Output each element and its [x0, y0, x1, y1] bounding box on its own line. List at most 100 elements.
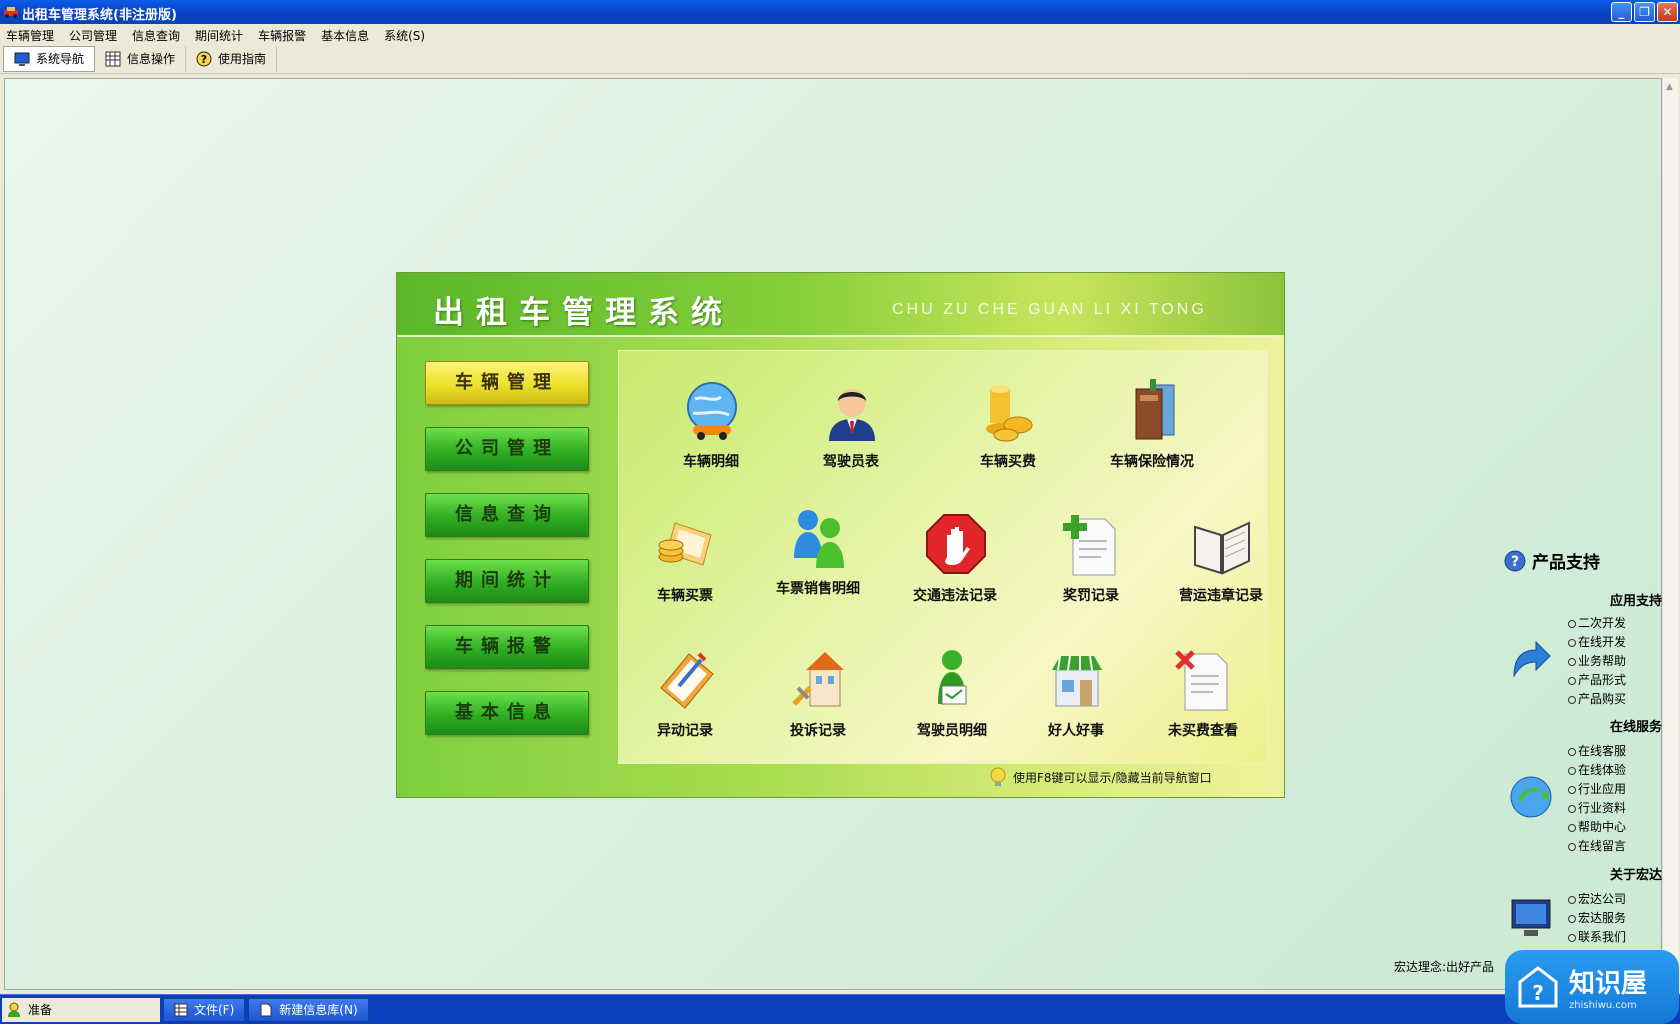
open-notebook-icon [1194, 521, 1250, 575]
link-contact[interactable]: 联系我们 [1568, 928, 1626, 945]
books-icon [1135, 379, 1175, 440]
item-ticket-sales[interactable]: 车票销售明细 [753, 506, 883, 616]
task-file[interactable]: 文件(F) [163, 997, 246, 1022]
side-button-vehicle[interactable]: 车辆管理 [425, 361, 589, 405]
info-operation-button[interactable]: 信息操作 [95, 45, 187, 72]
scroll-up-icon[interactable]: ▲ [1666, 82, 1673, 92]
link-business-help[interactable]: 业务帮助 [1568, 652, 1626, 669]
file-grid-icon [174, 1003, 188, 1016]
section-app-support: 应用支持 [1609, 594, 1662, 609]
link-industry-app[interactable]: 行业应用 [1568, 780, 1626, 797]
side-button-company[interactable]: 公司管理 [425, 427, 589, 471]
toolbar: 系统导航 信息操作 ? 使用指南 [0, 44, 1680, 74]
link-product-form[interactable]: 产品形式 [1568, 671, 1626, 688]
link-secondary-dev[interactable]: 二次开发 [1568, 614, 1626, 631]
item-vehicle-insurance[interactable]: 车辆保险情况 [1087, 379, 1217, 489]
link-product-purchase[interactable]: 产品购买 [1568, 690, 1626, 707]
panel-header: 出租车管理系统 CHU ZU CHE GUAN LI XI TONG [397, 273, 1284, 337]
menu-statistics[interactable]: 期间统计 [189, 24, 252, 44]
menu-basic-info[interactable]: 基本信息 [315, 24, 378, 44]
product-support-title: 产品支持 [1532, 553, 1600, 573]
question-circle-icon: ? [1504, 550, 1526, 571]
clipboard-pen-icon [660, 652, 714, 709]
side-button-query[interactable]: 信息查询 [425, 493, 589, 537]
menu-system[interactable]: 系统(S) [378, 24, 434, 44]
motto-text: 宏达理念:出好产品 [1394, 960, 1495, 974]
menu-vehicle[interactable]: 车辆管理 [0, 24, 63, 44]
grid-icon [105, 51, 121, 66]
watermark-main: 知识屋 [1569, 969, 1648, 999]
item-unpaid-fees[interactable]: 未买费查看 [1138, 648, 1268, 758]
menu-company[interactable]: 公司管理 [63, 24, 126, 44]
system-nav-label: 系统导航 [36, 52, 85, 66]
panel-subtitle: CHU ZU CHE GUAN LI XI TONG [892, 301, 1207, 318]
storefront-icon [1052, 655, 1102, 707]
task-new-db-label: 新建信息库(N) [279, 1003, 358, 1017]
item-good-deeds[interactable]: 好人好事 [1011, 648, 1141, 758]
navigation-panel: 出租车管理系统 CHU ZU CHE GUAN LI XI TONG 车辆管理 … [396, 272, 1285, 798]
minimize-button[interactable]: _ [1611, 2, 1632, 22]
lightbulb-icon [990, 767, 1006, 786]
item-traffic-violations[interactable]: 交通违法记录 [890, 513, 1020, 623]
link-online-message[interactable]: 在线留言 [1568, 837, 1626, 854]
task-new-db[interactable]: 新建信息库(N) [248, 997, 369, 1022]
link-online-cs[interactable]: 在线客服 [1568, 742, 1626, 759]
status-bar: 准备 文件(F) 新建信息库(N) [0, 994, 1680, 1024]
item-complaint-records[interactable]: 投诉记录 [753, 648, 883, 758]
menu-alarm[interactable]: 车辆报警 [252, 24, 315, 44]
status-ready-text: 准备 [28, 1003, 53, 1017]
item-operation-violations[interactable]: 营运违章记录 [1156, 513, 1286, 623]
link-help-center[interactable]: 帮助中心 [1568, 818, 1626, 835]
svg-text:?: ? [1511, 554, 1519, 570]
link-company[interactable]: 宏达公司 [1568, 890, 1626, 907]
item-vehicle-tickets[interactable]: 车辆买票 [620, 513, 750, 623]
item-change-records[interactable]: 异动记录 [620, 648, 750, 758]
section-online-service: 在线服务 [1609, 720, 1662, 735]
document-add-icon [1063, 515, 1116, 576]
item-rewards-penalties-label: 奖罚记录 [1063, 588, 1119, 604]
task-file-label: 文件(F) [194, 1003, 235, 1017]
item-vehicle-detail-label: 车辆明细 [683, 454, 739, 470]
item-driver-detail[interactable]: 驾驶员明细 [887, 648, 1017, 758]
link-online-dev[interactable]: 在线开发 [1568, 633, 1626, 650]
watermark: ? 知识屋 zhishiwu.com [1505, 950, 1679, 1024]
item-driver-table-label: 驾驶员表 [823, 454, 879, 470]
item-complaint-records-label: 投诉记录 [790, 723, 846, 739]
watermark-sub: zhishiwu.com [1569, 1000, 1637, 1011]
user-guide-label: 使用指南 [218, 52, 267, 66]
svg-text:?: ? [201, 53, 207, 66]
gold-coins-icon [986, 385, 1033, 442]
window-title: 出租车管理系统(非注册版) [22, 8, 177, 23]
vertical-scrollbar[interactable]: ▲ [1662, 78, 1678, 990]
link-service[interactable]: 宏达服务 [1568, 909, 1626, 926]
item-driver-detail-label: 驾驶员明细 [917, 723, 987, 739]
side-button-alarm[interactable]: 车辆报警 [425, 625, 589, 669]
item-rewards-penalties[interactable]: 奖罚记录 [1026, 513, 1156, 623]
f8-tip: 使用F8键可以显示/隐藏当前导航窗口 [987, 766, 1212, 788]
item-driver-table[interactable]: 驾驶员表 [786, 379, 916, 489]
info-operation-label: 信息操作 [127, 52, 176, 66]
new-document-icon [260, 1003, 272, 1016]
close-button[interactable]: ✕ [1657, 2, 1678, 22]
item-vehicle-detail[interactable]: 车辆明细 [646, 379, 776, 489]
menu-query[interactable]: 信息查询 [126, 24, 189, 44]
item-ticket-sales-label: 车票销售明细 [776, 581, 860, 597]
section-about: 关于宏达 [1609, 868, 1662, 883]
item-unpaid-fees-label: 未买费查看 [1168, 723, 1238, 739]
item-vehicle-fees[interactable]: 车辆买费 [943, 379, 1073, 489]
restore-button[interactable]: ❐ [1634, 2, 1655, 22]
driver-person-icon [829, 389, 875, 441]
link-industry-docs[interactable]: 行业资料 [1568, 799, 1626, 816]
arrow-redirect-icon [1513, 640, 1551, 678]
title-bar: 出租车管理系统(非注册版) _ ❐ ✕ [0, 0, 1680, 24]
system-nav-button[interactable]: 系统导航 [3, 45, 96, 72]
panel-title: 出租车管理系统 [433, 295, 734, 331]
document-delete-icon [1175, 650, 1228, 711]
side-button-basic-info[interactable]: 基本信息 [425, 691, 589, 735]
user-guide-button[interactable]: ? 使用指南 [186, 45, 278, 72]
link-online-trial[interactable]: 在线体验 [1568, 761, 1626, 778]
product-support-header: ? 产品支持 [1504, 548, 1600, 573]
item-good-deeds-label: 好人好事 [1048, 723, 1104, 739]
side-button-statistics[interactable]: 期间统计 [425, 559, 589, 603]
watermark-logo-icon: ? [1518, 966, 1558, 1008]
